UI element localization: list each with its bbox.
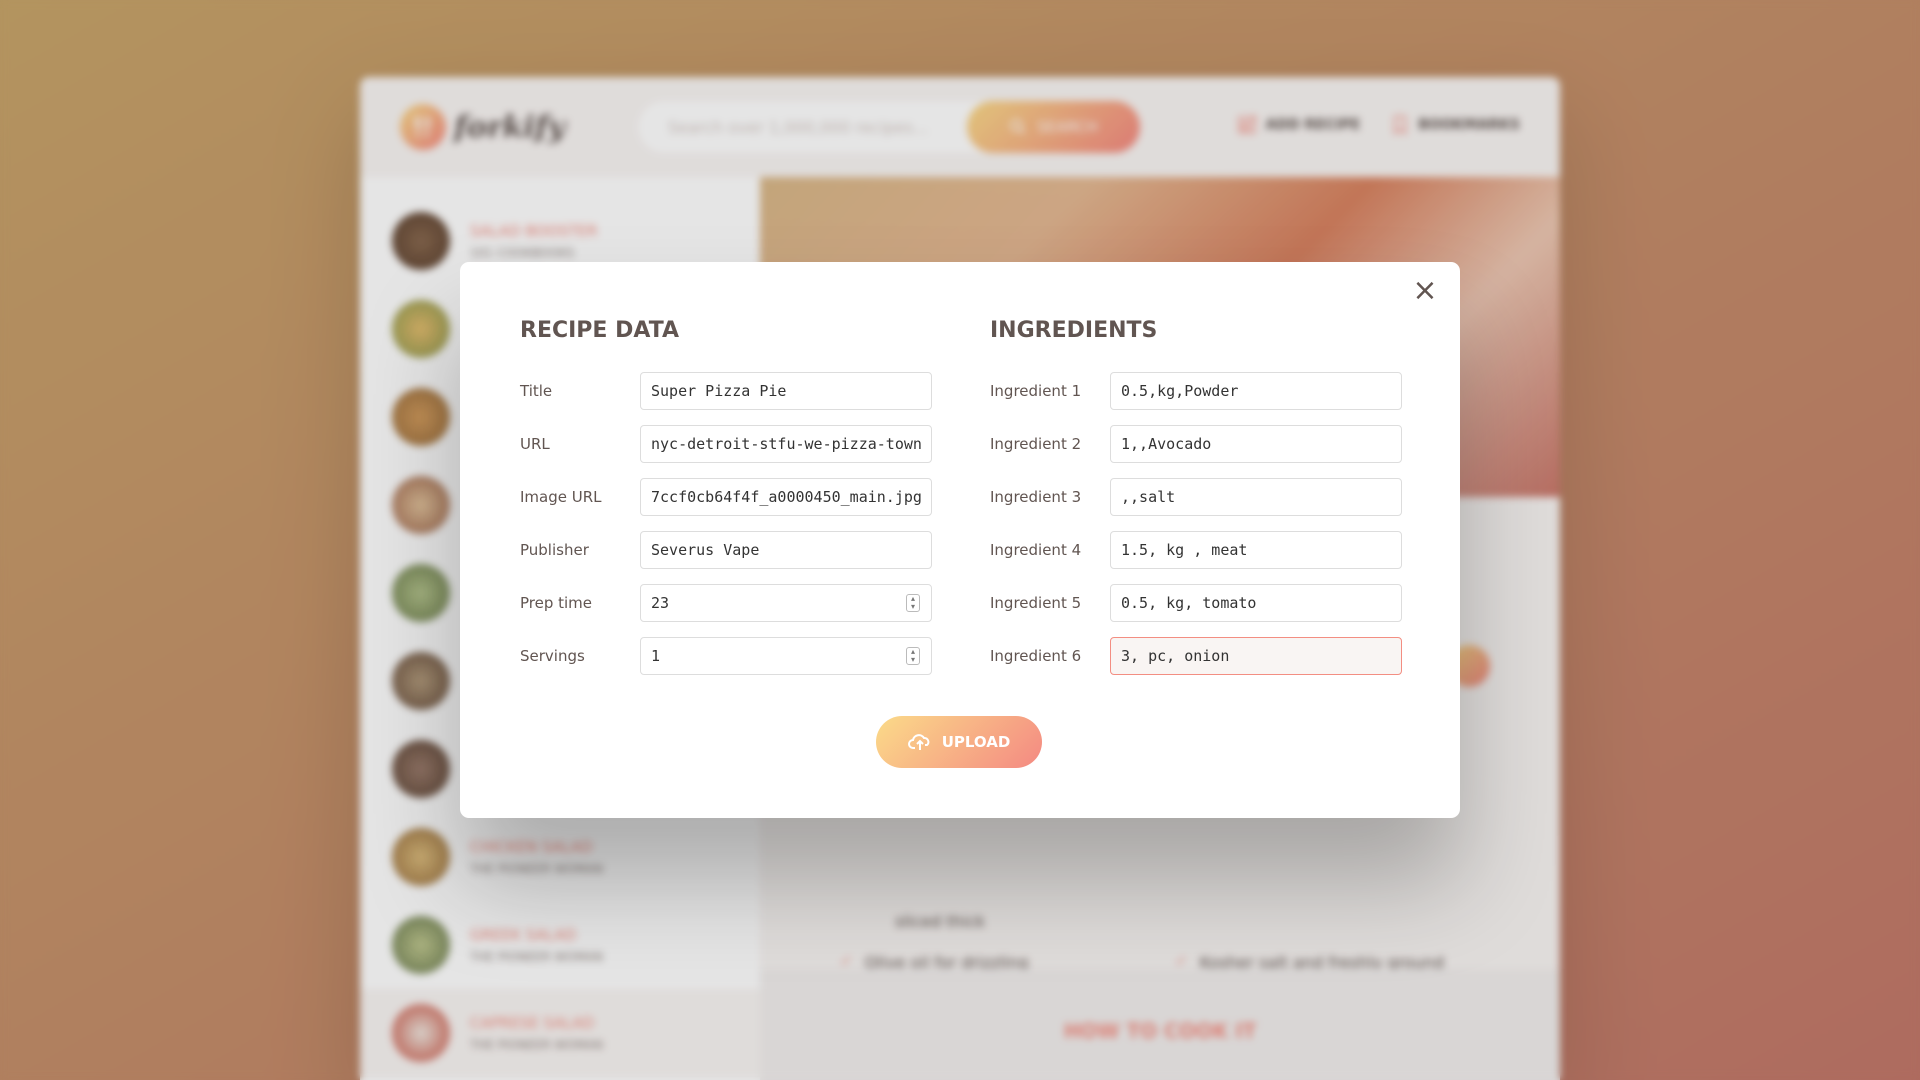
upload-cloud-icon [907, 734, 930, 750]
field-label: Ingredient 1 [990, 382, 1082, 400]
ingredient-4-input[interactable] [1110, 531, 1402, 569]
field-label: URL [520, 435, 550, 453]
field-label: Image URL [520, 488, 602, 506]
ingredients-heading: INGREDIENTS [990, 318, 1158, 343]
image-url-field: Image URL [520, 478, 932, 516]
close-icon[interactable]: × [1410, 276, 1440, 306]
add-recipe-modal: × RECIPE DATA INGREDIENTS Title URL Imag… [460, 262, 1460, 818]
title-field: Title [520, 372, 932, 410]
field-label: Ingredient 6 [990, 647, 1082, 665]
ingredient-6-input[interactable] [1110, 637, 1402, 675]
field-label: Title [520, 382, 553, 400]
recipe-data-heading: RECIPE DATA [520, 318, 680, 343]
ingredient-2-input[interactable] [1110, 425, 1402, 463]
ingredient-1-field: Ingredient 1 [990, 372, 1402, 410]
field-label: Ingredient 3 [990, 488, 1082, 506]
image-url-input[interactable] [640, 478, 932, 516]
field-label: Ingredient 2 [990, 435, 1082, 453]
ingredient-6-field: Ingredient 6 [990, 637, 1402, 675]
publisher-field: Publisher [520, 531, 932, 569]
ingredient-5-input[interactable] [1110, 584, 1402, 622]
title-input[interactable] [640, 372, 932, 410]
ingredient-2-field: Ingredient 2 [990, 425, 1402, 463]
stepper-icon[interactable]: ▴ ▾ [906, 594, 920, 612]
url-field: URL [520, 425, 932, 463]
ingredient-3-input[interactable] [1110, 478, 1402, 516]
field-label: Prep time [520, 594, 593, 612]
ingredient-4-field: Ingredient 4 [990, 531, 1402, 569]
upload-button[interactable]: UPLOAD [876, 716, 1042, 768]
ingredient-5-field: Ingredient 5 [990, 584, 1402, 622]
prep-time-input[interactable] [640, 584, 932, 622]
ingredient-1-input[interactable] [1110, 372, 1402, 410]
servings-input[interactable] [640, 637, 932, 675]
ingredient-3-field: Ingredient 3 [990, 478, 1402, 516]
field-label: Servings [520, 647, 585, 665]
field-label: Publisher [520, 541, 589, 559]
field-label: Ingredient 5 [990, 594, 1082, 612]
field-label: Ingredient 4 [990, 541, 1082, 559]
stepper-icon[interactable]: ▴ ▾ [906, 647, 920, 665]
upload-label: UPLOAD [941, 733, 1011, 751]
prep-time-field: Prep time ▴▾ [520, 584, 932, 622]
url-input[interactable] [640, 425, 932, 463]
servings-field: Servings ▴▾ [520, 637, 932, 675]
publisher-input[interactable] [640, 531, 932, 569]
